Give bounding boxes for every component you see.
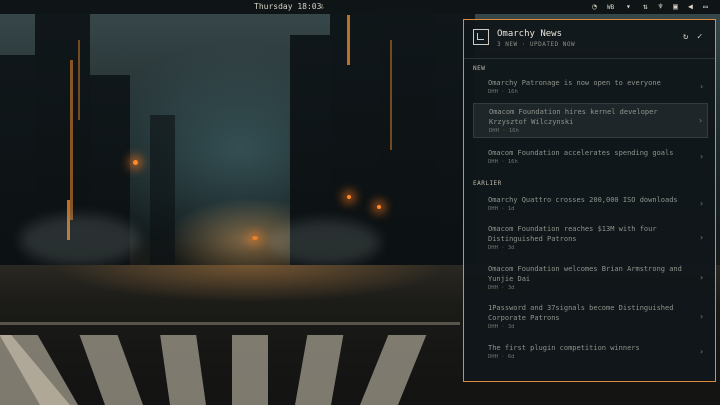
news-item-title: Omarchy Patronage is now open to everyon… <box>488 79 661 87</box>
news-item-selected[interactable]: Omacom Foundation hires kernel developer… <box>473 103 708 138</box>
news-item-meta: DHH · 1d <box>488 206 515 212</box>
news-panel: Omarchy News 3 NEW · UPDATED NOW ↻ ✓ NEW… <box>463 19 716 382</box>
news-item-meta: DHH · 6d <box>488 354 515 360</box>
news-item-meta: DHH · 3d <box>488 324 515 330</box>
section-earlier: EARLIER <box>473 180 502 187</box>
network-icon[interactable]: ⇅ <box>643 2 648 12</box>
chevron-right-icon: › <box>699 232 704 242</box>
news-item-title: The first plugin competition winners <box>488 344 640 352</box>
news-item-title: Omacom Foundation hires kernel developer… <box>489 108 658 126</box>
news-item-meta: DHH · 16h <box>488 159 518 165</box>
omarchy-logo-icon <box>473 29 489 45</box>
wb-indicator[interactable]: WB <box>607 3 614 13</box>
news-item-title: Omacom Foundation reaches $13M with four… <box>488 225 657 243</box>
news-item-meta: DHH · 16h <box>489 128 519 134</box>
news-item[interactable]: Omacom Foundation welcomes Brian Armstro… <box>473 261 708 294</box>
panel-subtitle: 3 NEW · UPDATED NOW <box>497 41 576 48</box>
news-item-meta: DHH · 3d <box>488 285 515 291</box>
news-item-title: Omacom Foundation welcomes Brian Armstro… <box>488 265 682 283</box>
chevron-right-icon: › <box>699 346 704 356</box>
news-item[interactable]: The first plugin competition winners DHH… <box>473 340 708 363</box>
chevron-right-icon: › <box>699 151 704 161</box>
chevron-right-icon: › <box>699 311 704 321</box>
news-item[interactable]: 1Password and 37signals become Distingui… <box>473 300 708 333</box>
mark-read-icon[interactable]: ✓ <box>697 32 702 42</box>
panel-title: Omarchy News <box>497 29 563 39</box>
news-item[interactable]: Omacom Foundation reaches $13M with four… <box>473 221 708 254</box>
top-bar: Thursday 18:03 ⇩ ◔ WB ▾ ⇅ ♆ ▣ ◀ ▭ <box>0 0 720 14</box>
download-icon[interactable]: ⇩ <box>320 2 325 12</box>
section-new: NEW <box>473 65 486 72</box>
news-item-title: Omacom Foundation accelerates spending g… <box>488 149 674 157</box>
chevron-right-icon: › <box>699 272 704 282</box>
news-item-title: 1Password and 37signals become Distingui… <box>488 304 674 322</box>
volume-icon[interactable]: ◀ <box>688 2 693 12</box>
news-item[interactable]: Omarchy Quattro crosses 200,000 ISO down… <box>473 192 708 215</box>
bluetooth-icon[interactable]: ♆ <box>658 2 663 12</box>
clock[interactable]: Thursday 18:03 <box>254 2 321 11</box>
battery-icon[interactable]: ▣ <box>673 2 678 12</box>
news-item-meta: DHH · 3d <box>488 245 515 251</box>
rss-icon[interactable]: ◔ <box>592 2 597 12</box>
news-item[interactable]: Omarchy Patronage is now open to everyon… <box>473 75 708 98</box>
header-divider <box>464 58 715 59</box>
chevron-right-icon: › <box>699 81 704 91</box>
news-item[interactable]: Omacom Foundation accelerates spending g… <box>473 145 708 168</box>
chevron-right-icon: › <box>698 115 703 125</box>
news-item-title: Omarchy Quattro crosses 200,000 ISO down… <box>488 196 678 204</box>
mic-icon[interactable]: ▾ <box>626 2 631 12</box>
news-item-meta: DHH · 16h <box>488 89 518 95</box>
refresh-icon[interactable]: ↻ <box>683 32 688 42</box>
display-icon[interactable]: ▭ <box>703 2 708 12</box>
chevron-right-icon: › <box>699 198 704 208</box>
